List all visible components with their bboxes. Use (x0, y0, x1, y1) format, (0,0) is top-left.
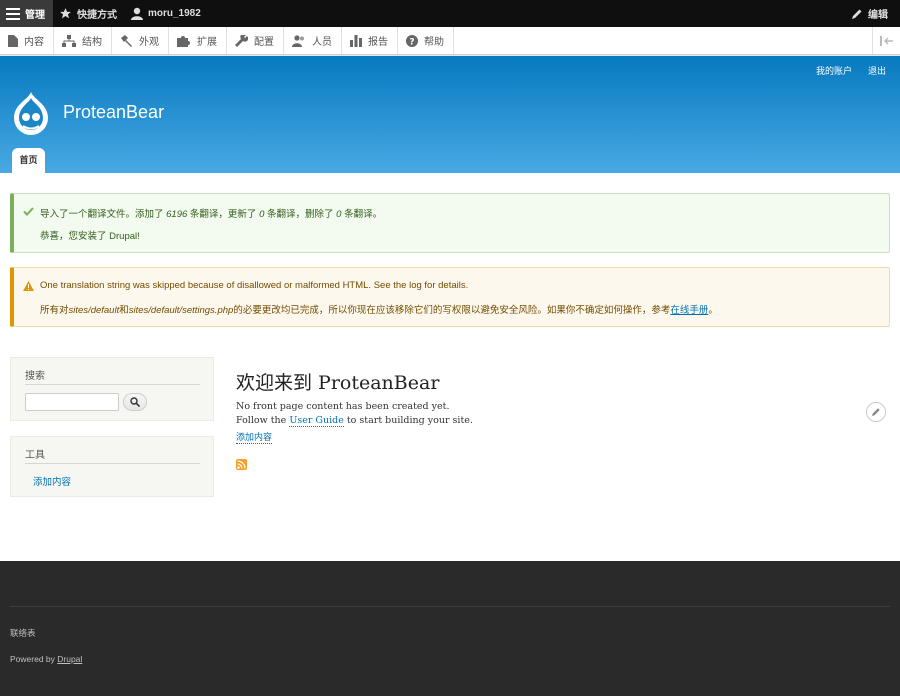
front-text-line-1: No front page content has been created y… (236, 401, 450, 412)
manage-label: 管理 (25, 10, 45, 21)
tray-item-label: 报告 (368, 37, 388, 48)
page-title: 欢迎来到 ProteanBear (236, 372, 440, 394)
warning-text: 和 (119, 305, 129, 316)
shortcuts-label: 快捷方式 (77, 10, 117, 21)
search-icon (130, 397, 140, 407)
secondary-menu: 我的账户 退出 (816, 64, 886, 77)
tools-block-title: 工具 (25, 446, 200, 464)
status-text: 条翻译，更新了 (187, 209, 260, 220)
bar-chart-icon (350, 34, 362, 47)
tools-add-content-link[interactable]: 添加内容 (33, 474, 199, 488)
tray-item-label: 结构 (82, 37, 102, 48)
tray-item-help[interactable]: ? 帮助 (398, 27, 454, 54)
edit-label: 编辑 (868, 10, 888, 21)
svg-text:?: ? (409, 37, 414, 47)
search-input[interactable] (25, 393, 119, 411)
tab-home[interactable]: 首页 (12, 148, 45, 173)
front-text: to start building your site. (343, 415, 473, 426)
path-text: sites/default/settings.php (128, 305, 234, 316)
people-icon (292, 34, 304, 47)
tray-orientation-toggle[interactable] (872, 27, 900, 54)
warning-line-2: 所有对sites/default和sites/default/settings.… (40, 302, 718, 316)
add-content-link[interactable]: 添加内容 (236, 430, 273, 444)
contextual-edit-button[interactable] (866, 402, 886, 422)
drupal-link[interactable]: Drupal (57, 654, 82, 664)
my-account-link[interactable]: 我的账户 (816, 64, 852, 77)
collapse-icon (879, 35, 893, 46)
site-name[interactable]: ProteanBear (63, 102, 164, 123)
tray-item-config[interactable]: 配置 (227, 27, 284, 54)
powered-by-text: Powered by (10, 654, 58, 664)
pencil-icon (872, 408, 880, 416)
edit-tab[interactable]: 编辑 (845, 0, 900, 27)
admin-toolbar: 管理 快捷方式 moru_1982 编辑 (0, 0, 900, 27)
path-text: sites/default (68, 305, 120, 316)
manage-tab[interactable]: 管理 (0, 0, 53, 27)
site-logo[interactable] (10, 90, 52, 139)
site-header: 我的账户 退出 ProteanBear 首页 (0, 56, 900, 173)
search-block-title: 搜索 (25, 367, 200, 385)
tray-item-label: 内容 (24, 37, 44, 48)
drupal-logo-icon (14, 92, 48, 135)
tray-item-label: 扩展 (197, 37, 217, 48)
tray-item-reports[interactable]: 报告 (342, 27, 398, 54)
status-message: 导入了一个翻译文件。添加了 6196 条翻译，更新了 0 条翻译，删除了 0 条… (10, 193, 890, 253)
warning-message: One translation string was skipped becau… (10, 267, 890, 327)
tray-item-extend[interactable]: 扩展 (169, 27, 227, 54)
search-button[interactable] (123, 393, 147, 411)
warning-text: 所有对 (40, 305, 69, 316)
file-icon (8, 34, 18, 47)
tray-item-content[interactable]: 内容 (0, 27, 54, 54)
tray-item-label: 外观 (139, 37, 159, 48)
star-icon (60, 8, 71, 19)
front-text: Follow the (236, 415, 290, 426)
added-count: 6196 (166, 209, 188, 220)
wrench-icon (235, 34, 248, 47)
user-label: moru_1982 (148, 8, 201, 19)
warning-line-1: One translation string was skipped becau… (40, 280, 469, 291)
warning-icon (23, 281, 34, 291)
user-tab[interactable]: moru_1982 (125, 0, 209, 27)
warning-text: 。 (708, 305, 718, 316)
tray-item-label: 人员 (312, 37, 332, 48)
search-form (25, 393, 199, 411)
pencil-icon (852, 9, 862, 19)
brush-icon (121, 34, 132, 47)
status-text: 条翻译。 (341, 209, 383, 220)
menu-icon (6, 7, 20, 20)
tray-item-label: 帮助 (424, 37, 444, 48)
status-line-2: 恭喜，您安装了 Drupal! (40, 231, 140, 242)
warning-text: 的必要更改均已完成，所以你现在应该移除它们的写权限以避免安全风险。如果你不确定如… (233, 305, 671, 316)
status-text: 条翻译，删除了 (264, 209, 337, 220)
status-text: 导入了一个翻译文件。添加了 (40, 209, 167, 220)
rss-feed-icon[interactable] (236, 459, 247, 470)
help-icon: ? (406, 34, 418, 47)
tray-item-structure[interactable]: 结构 (54, 27, 112, 54)
puzzle-icon (177, 35, 190, 47)
footer-powered-by: Powered by Drupal (10, 654, 82, 664)
search-block: 搜索 (10, 357, 214, 421)
user-guide-link[interactable]: User Guide (289, 415, 344, 427)
online-manual-link[interactable]: 在线手册 (670, 305, 708, 316)
logout-link[interactable]: 退出 (868, 64, 886, 77)
shortcuts-tab[interactable]: 快捷方式 (53, 0, 125, 27)
footer-divider (10, 606, 890, 607)
front-text-line-2: Follow the User Guide to start building … (236, 415, 473, 427)
sitemap-icon (62, 34, 76, 47)
tray-item-people[interactable]: 人员 (284, 27, 342, 54)
rss-icon (237, 460, 246, 469)
tools-block: 工具 添加内容 (10, 436, 214, 497)
footer-contact-link[interactable]: 联络表 (10, 627, 36, 639)
user-icon (131, 7, 143, 20)
site-footer: 联络表 Powered by Drupal (0, 561, 900, 696)
admin-tray: 内容 结构 外观 扩展 配置 人员 报告 ? 帮助 (0, 27, 900, 55)
tray-item-label: 配置 (254, 37, 274, 48)
tray-item-appearance[interactable]: 外观 (112, 27, 169, 54)
status-line-1: 导入了一个翻译文件。添加了 6196 条翻译，更新了 0 条翻译，删除了 0 条… (40, 206, 382, 220)
check-icon (23, 207, 34, 216)
